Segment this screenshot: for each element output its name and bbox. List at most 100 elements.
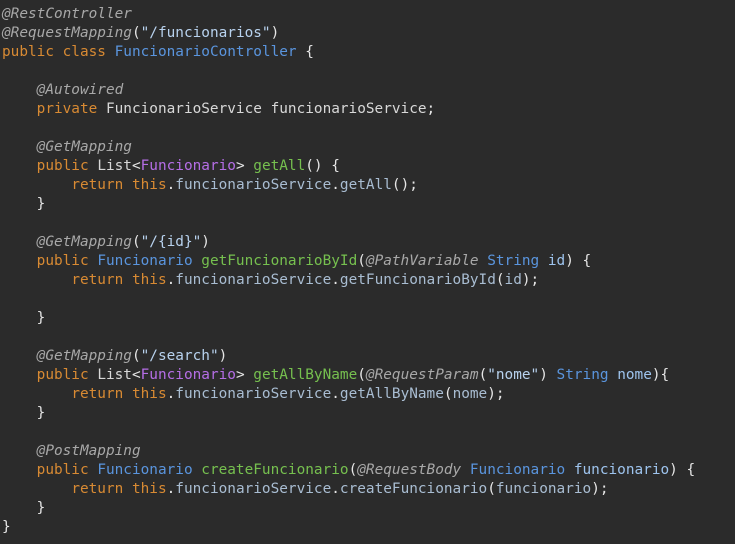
code-token-string: "/funcionarios" (140, 25, 271, 41)
code-token-punct: . (166, 481, 176, 497)
code-line: } (0, 309, 735, 328)
code-line: } (0, 499, 735, 518)
code-token-punct: > (235, 367, 254, 383)
code-token-field: id (504, 272, 522, 288)
code-editor[interactable]: @RestController @RequestMapping("/funcion… (0, 0, 735, 544)
code-token-field: getAll (339, 177, 392, 193)
code-token-keyword: public (36, 367, 98, 383)
code-token-field: getFuncionarioById (339, 272, 496, 288)
code-token-field: nome (452, 386, 488, 402)
code-token-keyword: public (36, 158, 98, 174)
code-token-param: nome (617, 367, 652, 383)
code-token-type: String (556, 367, 618, 383)
code-token-method: getFuncionarioById (201, 253, 358, 269)
code-line: @GetMapping("/search") (0, 347, 735, 366)
code-token-punct: < (131, 367, 141, 383)
code-token-punct: ( (131, 25, 141, 41)
code-token-field: funcionarioService (175, 386, 332, 402)
code-token-annotation: @GetMapping (36, 348, 132, 364)
code-token-string: "nome" (487, 367, 540, 383)
code-token-plain: FuncionarioService funcionarioService (105, 101, 427, 117)
code-line: @Autowired (0, 81, 735, 100)
code-token-plain: List (97, 158, 132, 174)
code-token-punct: ) { (669, 462, 696, 478)
code-line: public class FuncionarioController { (0, 43, 735, 62)
code-token-punct: ) (218, 348, 228, 364)
code-token-keyword: return this (71, 386, 167, 402)
code-token-punct: ); (487, 386, 505, 402)
code-token-keyword: return this (71, 272, 167, 288)
code-token-punct: ( (131, 234, 141, 250)
code-line: @RequestMapping("/funcionarios") (0, 24, 735, 43)
code-token-annotation: @Autowired (36, 82, 124, 98)
code-token-punct: . (331, 177, 340, 193)
code-token-annotation: @GetMapping (36, 234, 132, 250)
code-token-punct: ( (357, 253, 366, 269)
code-token-method: getAll (253, 158, 306, 174)
code-line: private FuncionarioService funcionarioSe… (0, 100, 735, 119)
code-line: public List<Funcionario> getAllByName (@R… (0, 366, 735, 385)
code-token-punct: < (131, 158, 141, 174)
code-line: return this.funcionarioService.getAllByN… (0, 385, 735, 404)
code-token-method: getAllByName (253, 367, 358, 383)
code-token-field: funcionarioService (175, 481, 332, 497)
code-line: } (0, 518, 735, 537)
code-token-plain: List (97, 367, 132, 383)
code-line: } (0, 195, 735, 214)
code-token-punct: ); (521, 272, 540, 288)
code-token-punct: ){ (651, 367, 670, 383)
code-token-annotation: @PathVariable (365, 253, 488, 269)
code-token-punct: () { (305, 158, 340, 174)
code-token-keyword: return this (71, 481, 167, 497)
code-token-punct: ( (478, 367, 488, 383)
code-token-punct: . (166, 272, 176, 288)
code-token-generic: Funcionario (140, 367, 236, 383)
code-token-punct: . (166, 386, 176, 402)
code-token-annotation: @PostMapping (36, 443, 141, 459)
code-token-type: Funcionario (97, 253, 202, 269)
code-token-punct: . (331, 272, 340, 288)
code-token-punct: } (2, 519, 11, 535)
code-token-type: Funcionario (97, 462, 202, 478)
code-token-param: id (547, 253, 566, 269)
code-line: return this.funcionarioService.createFun… (0, 480, 735, 499)
code-line: @GetMapping("/{id}") (0, 233, 735, 252)
code-token-string: "/search" (140, 348, 219, 364)
code-token-punct: } (2, 405, 46, 421)
code-token-annotation: @RequestMapping (2, 25, 132, 41)
code-token-punct: ; (426, 101, 436, 117)
code-token-annotation: @RequestParam (365, 367, 479, 383)
code-token-punct: } (2, 310, 46, 326)
code-token-keyword: return this (71, 177, 167, 193)
code-token-annotation: @RestController (2, 6, 132, 22)
code-token-punct: } (2, 196, 46, 212)
code-token-punct: { (296, 44, 314, 60)
code-token-punct: ( (131, 348, 141, 364)
code-line: @RestController (0, 5, 735, 24)
code-token-punct: > (235, 158, 254, 174)
code-token-punct: . (331, 481, 340, 497)
code-token-field: funcionarioService (175, 272, 332, 288)
code-line: public Funcionario getFuncionarioById(@P… (0, 252, 735, 271)
code-token-punct: ) (270, 25, 280, 41)
code-line: } (0, 404, 735, 423)
code-token-punct: . (166, 177, 176, 193)
code-line: @PostMapping (0, 442, 735, 461)
